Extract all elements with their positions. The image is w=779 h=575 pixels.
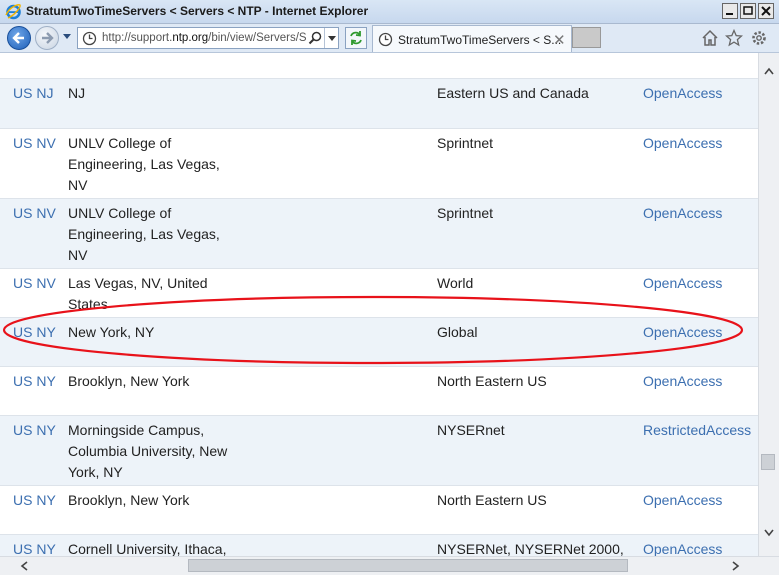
- horizontal-scroll-thumb[interactable]: [188, 559, 628, 572]
- network-cell: Sprintnet: [437, 205, 494, 221]
- access-policy-link[interactable]: OpenAccess: [643, 539, 722, 556]
- scroll-right-arrow-icon[interactable]: [732, 561, 740, 571]
- location-cell: New York, NY: [68, 324, 155, 340]
- scroll-up-arrow-icon[interactable]: [764, 67, 774, 75]
- scroll-left-arrow-icon[interactable]: [20, 561, 28, 571]
- country-code-link[interactable]: US NV: [13, 203, 56, 224]
- network-cell: NYSERNet, NYSERNet 2000,: [437, 541, 624, 556]
- network-cell: Sprintnet: [437, 135, 494, 151]
- page-clock-icon: [82, 31, 97, 46]
- table-row: US NV UNLV College of Engineering, Las V…: [0, 198, 758, 268]
- close-icon: [761, 6, 771, 16]
- vertical-scroll-thumb[interactable]: [761, 454, 775, 470]
- table-row: US NV Las Vegas, NV, United States World…: [0, 268, 758, 317]
- window-title: StratumTwoTimeServers < Servers < NTP - …: [26, 4, 369, 18]
- home-icon[interactable]: [701, 29, 719, 47]
- scroll-down-arrow-icon[interactable]: [764, 529, 774, 537]
- back-button[interactable]: [7, 26, 31, 50]
- url-text[interactable]: http://support.ntp.org/bin/view/Servers/…: [102, 32, 306, 44]
- title-bar: StratumTwoTimeServers < Servers < NTP - …: [0, 0, 779, 24]
- table-row: US NY Brooklyn, New York North Eastern U…: [0, 485, 758, 534]
- country-code-link[interactable]: US NV: [13, 133, 56, 154]
- access-policy-link[interactable]: OpenAccess: [643, 322, 722, 343]
- chevron-down-icon: [328, 36, 336, 41]
- table-row-highlighted: US NY New York, NY Global OpenAccess: [0, 317, 758, 366]
- table-row: US NY Morningside Campus, Columbia Unive…: [0, 415, 758, 485]
- network-cell: North Eastern US: [437, 492, 547, 508]
- country-code-link[interactable]: US NY: [13, 420, 56, 441]
- access-policy-link[interactable]: OpenAccess: [643, 203, 722, 224]
- location-cell: Brooklyn, New York: [68, 373, 190, 389]
- maximize-button[interactable]: [740, 3, 756, 19]
- network-cell: NYSERnet: [437, 422, 505, 438]
- gear-icon[interactable]: [750, 29, 768, 47]
- minimize-icon: [726, 13, 733, 15]
- location-cell: Morningside Campus, Columbia University,…: [68, 422, 228, 480]
- network-cell: World: [437, 275, 474, 291]
- page-clock-icon: [378, 32, 393, 47]
- tab-close-icon[interactable]: ✕: [553, 31, 566, 49]
- new-tab-button[interactable]: [572, 27, 601, 48]
- maximize-icon: [743, 6, 753, 15]
- url-suffix: /bin/view/Servers/S: [208, 32, 306, 44]
- compatibility-refresh-button[interactable]: [345, 27, 367, 49]
- close-window-button[interactable]: [758, 3, 774, 19]
- access-policy-link[interactable]: OpenAccess: [643, 490, 722, 511]
- page-content: US NJ NJ Eastern US and Canada OpenAcces…: [0, 53, 758, 556]
- location-cell: Brooklyn, New York: [68, 492, 190, 508]
- network-cell: Eastern US and Canada: [437, 85, 589, 101]
- forward-arrow-icon: [42, 32, 54, 44]
- address-bar[interactable]: http://support.ntp.org/bin/view/Servers/…: [77, 27, 339, 49]
- country-code-link[interactable]: US NY: [13, 322, 56, 343]
- country-code-link[interactable]: US NY: [13, 539, 56, 556]
- navigation-bar: http://support.ntp.org/bin/view/Servers/…: [0, 24, 779, 53]
- back-arrow-icon: [12, 32, 24, 44]
- vertical-scrollbar[interactable]: [758, 53, 779, 556]
- table-row: US NY Cornell University, Ithaca, NYSERN…: [0, 534, 758, 556]
- location-cell: UNLV College of Engineering, Las Vegas, …: [68, 135, 220, 193]
- location-cell: NJ: [68, 85, 86, 101]
- location-cell: Las Vegas, NV, United States: [68, 275, 208, 312]
- table-row: US NJ NJ Eastern US and Canada OpenAcces…: [0, 78, 758, 128]
- country-code-link[interactable]: US NJ: [13, 83, 53, 104]
- refresh-icon: [350, 31, 362, 45]
- horizontal-scrollbar[interactable]: [0, 556, 779, 575]
- url-prefix: http://support.: [102, 32, 173, 44]
- network-cell: Global: [437, 324, 478, 340]
- search-icon[interactable]: [308, 31, 322, 45]
- access-policy-link[interactable]: RestrictedAccess: [643, 420, 751, 441]
- internet-explorer-logo-icon: [5, 4, 21, 20]
- network-cell: North Eastern US: [437, 373, 547, 389]
- access-policy-link[interactable]: OpenAccess: [643, 133, 722, 154]
- table-row: US NV UNLV College of Engineering, Las V…: [0, 128, 758, 198]
- country-code-link[interactable]: US NY: [13, 371, 56, 392]
- tab-title: StratumTwoTimeServers < S...: [398, 33, 562, 47]
- access-policy-link[interactable]: OpenAccess: [643, 83, 722, 104]
- tab-current[interactable]: StratumTwoTimeServers < S... ✕: [372, 25, 572, 52]
- favorites-star-icon[interactable]: [725, 29, 743, 47]
- minimize-button[interactable]: [722, 3, 738, 19]
- table-row: US NY Brooklyn, New York North Eastern U…: [0, 366, 758, 415]
- location-cell: UNLV College of Engineering, Las Vegas, …: [68, 205, 220, 263]
- country-code-link[interactable]: US NY: [13, 490, 56, 511]
- access-policy-link[interactable]: OpenAccess: [643, 273, 722, 294]
- location-cell: Cornell University, Ithaca,: [68, 541, 227, 556]
- address-dropdown-button[interactable]: [324, 28, 338, 48]
- country-code-link[interactable]: US NV: [13, 273, 56, 294]
- access-policy-link[interactable]: OpenAccess: [643, 371, 722, 392]
- history-dropdown-icon[interactable]: [63, 34, 71, 39]
- forward-button[interactable]: [35, 26, 59, 50]
- url-domain: ntp.org: [172, 32, 209, 44]
